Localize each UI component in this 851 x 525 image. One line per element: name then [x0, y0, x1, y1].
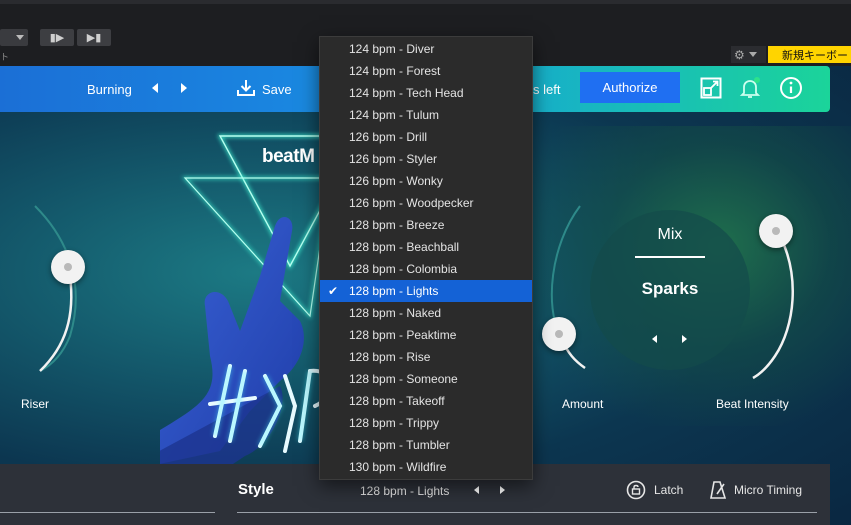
style-menu-item-label: 128 bpm - Someone	[349, 372, 458, 386]
style-menu-item[interactable]: 128 bpm - Beachball	[320, 236, 532, 258]
style-menu-item-label: 124 bpm - Diver	[349, 42, 435, 56]
info-icon[interactable]	[779, 76, 803, 100]
style-menu-item-label: 128 bpm - Lights	[349, 284, 439, 298]
style-menu-item[interactable]: 130 bpm - Wildfire	[320, 456, 532, 478]
style-menu-item[interactable]: 128 bpm - Tumbler	[320, 434, 532, 456]
mix-selector[interactable]: Mix Sparks	[590, 210, 750, 370]
mix-next-icon[interactable]	[682, 335, 687, 343]
style-menu-item-label: 128 bpm - Beachball	[349, 240, 460, 254]
save-button[interactable]: Save	[262, 66, 292, 112]
latch-label: Latch	[654, 483, 684, 497]
host-settings-button[interactable]: ⚙	[731, 46, 766, 63]
style-title: Style	[238, 481, 274, 498]
style-menu-item-label: 126 bpm - Styler	[349, 152, 438, 166]
style-menu-item-label: 126 bpm - Wonky	[349, 174, 443, 188]
host-sub-label: ト	[0, 52, 10, 62]
resize-window-icon[interactable]	[699, 76, 723, 100]
style-menu-item[interactable]: ✔ 128 bpm - Lights	[320, 280, 532, 302]
style-menu-item-label: 128 bpm - Trippy	[349, 416, 440, 430]
style-value[interactable]: 128 bpm - Lights	[360, 484, 449, 498]
gear-icon: ⚙	[734, 47, 745, 62]
beat-intensity-label: Beat Intensity	[716, 397, 789, 411]
beatmaker-logo: beatM	[262, 146, 315, 167]
preset-name[interactable]: Burning	[87, 66, 132, 112]
chevron-down-icon	[748, 52, 757, 57]
micro-timing-toggle[interactable]: Micro Timing	[708, 480, 802, 500]
download-icon[interactable]	[236, 78, 256, 98]
style-menu-item-label: 128 bpm - Tumbler	[349, 438, 450, 452]
style-menu-item[interactable]: 126 bpm - Styler	[320, 148, 532, 170]
notification-bell-icon[interactable]	[738, 76, 762, 100]
style-menu-item[interactable]: 128 bpm - Peaktime	[320, 324, 532, 346]
style-menu-item[interactable]: 124 bpm - Diver	[320, 38, 532, 60]
mix-value: Sparks	[641, 279, 699, 298]
checkmark-icon: ✔	[328, 284, 339, 298]
amount-knob[interactable]	[542, 317, 576, 351]
amount-label: Amount	[562, 397, 604, 411]
trial-days-text: s left	[533, 81, 561, 97]
mix-prev-icon[interactable]	[652, 335, 657, 343]
metronome-icon	[710, 481, 727, 499]
host-top-divider	[0, 0, 851, 4]
style-menu-item-label: 128 bpm - Breeze	[349, 218, 445, 232]
style-menu-item[interactable]: 126 bpm - Drill	[320, 126, 532, 148]
style-menu-item[interactable]: 128 bpm - Takeoff	[320, 390, 532, 412]
beat-intensity-knob[interactable]	[759, 214, 793, 248]
style-menu-item[interactable]: 128 bpm - Trippy	[320, 412, 532, 434]
style-menu-item[interactable]: 128 bpm - Breeze	[320, 214, 532, 236]
left-section-underline	[0, 512, 215, 513]
chevron-down-icon	[16, 35, 24, 40]
latch-icon	[626, 480, 646, 500]
authorize-button[interactable]: Authorize	[580, 72, 680, 103]
riser-label: Riser	[21, 397, 50, 411]
host-next-button[interactable]: ▶▮	[77, 29, 111, 46]
style-menu-item[interactable]: 126 bpm - Woodpecker	[320, 192, 532, 214]
style-menu-item[interactable]: 128 bpm - Rise	[320, 346, 532, 368]
style-menu-item-label: 128 bpm - Naked	[349, 306, 442, 320]
style-menu-item-label: 126 bpm - Drill	[349, 130, 428, 144]
style-menu-item[interactable]: 128 bpm - Someone	[320, 368, 532, 390]
style-section-underline	[237, 512, 817, 513]
style-menu-item[interactable]: 126 bpm - Wonky	[320, 170, 532, 192]
riser-knob-track	[34, 205, 77, 372]
latch-toggle[interactable]: Latch	[626, 480, 683, 500]
riser-knob[interactable]	[51, 250, 85, 284]
style-menu-item-label: 128 bpm - Rise	[349, 350, 431, 364]
style-menu-item-label: 130 bpm - Wildfire	[349, 460, 447, 474]
style-menu-item-label: 124 bpm - Forest	[349, 64, 441, 78]
style-menu-item-label: 128 bpm - Takeoff	[349, 394, 445, 408]
host-prev-button[interactable]: ▮▶	[40, 29, 74, 46]
style-menu-item-label: 126 bpm - Woodpecker	[349, 196, 474, 210]
style-menu-item[interactable]: 128 bpm - Naked	[320, 302, 532, 324]
style-menu-item[interactable]: 124 bpm - Tech Head	[320, 82, 532, 104]
style-menu-item[interactable]: 124 bpm - Forest	[320, 60, 532, 82]
preset-prev-icon[interactable]	[152, 83, 158, 93]
mix-title: Mix	[657, 226, 683, 243]
style-menu-item-label: 128 bpm - Colombia	[349, 262, 458, 276]
style-menu-item-label: 124 bpm - Tulum	[349, 108, 440, 122]
host-keyboard-badge[interactable]: 新規キーボード	[768, 46, 851, 63]
style-menu-item-label: 128 bpm - Peaktime	[349, 328, 457, 342]
style-next-icon[interactable]	[500, 486, 505, 494]
mix-divider	[635, 256, 705, 258]
style-menu-item[interactable]: 124 bpm - Tulum	[320, 104, 532, 126]
style-menu-item-label: 124 bpm - Tech Head	[349, 86, 464, 100]
style-menu-item[interactable]: 128 bpm - Colombia	[320, 258, 532, 280]
preset-next-icon[interactable]	[181, 83, 187, 93]
host-dropdown[interactable]	[0, 29, 28, 46]
style-dropdown-menu[interactable]: 124 bpm - Diver 124 bpm - Forest 124 bpm -…	[319, 36, 533, 480]
micro-timing-label: Micro Timing	[734, 483, 803, 497]
style-prev-icon[interactable]	[474, 486, 479, 494]
